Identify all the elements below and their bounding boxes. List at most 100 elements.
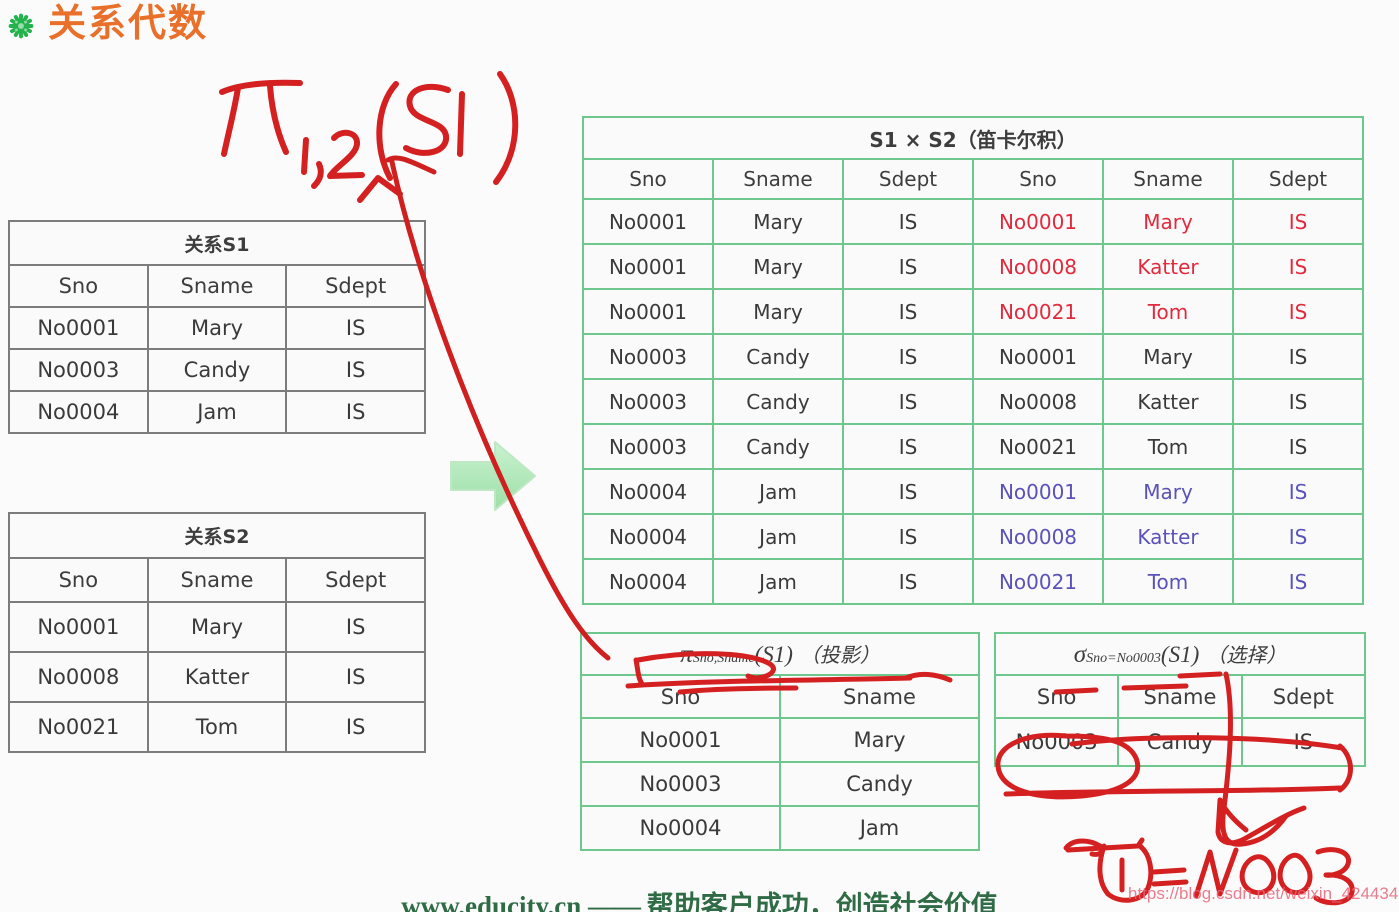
projection-label-cn: （投影） [799,645,880,667]
table-selection: σSno=No0003(S1) （选择） Sno Sname Sdept No0… [993,632,1367,767]
table-header-row: Sno Sname Sdept Sno Sname Sdept [582,158,1364,200]
table-cell: Mary [1102,468,1234,515]
table-cell: IS [1232,198,1364,245]
table-cell: IS [285,348,426,392]
table-cell: No0001 [8,601,149,653]
table-cell: Tom [1102,558,1234,605]
table-cell: Jam [712,558,844,605]
table-cell: No0021 [8,701,149,753]
table-cell: IS [842,198,974,245]
table-caption-row: 关系S1 [8,220,426,266]
table-cell: No0001 [582,288,714,335]
table-row: No0004 Jam IS [8,390,426,434]
column-header: Sname [779,674,980,719]
table-relation-s1: 关系S1 Sno Sname Sdept No0001 Mary IS No00… [8,220,426,434]
slide-canvas: 关系代数 关系S1 Sno Sname Sdept No0001 Mary IS… [0,0,1399,912]
table-row: No0004 Jam IS No0021 Tom IS [582,558,1364,605]
column-header: Sdept [285,264,426,308]
table-cell: IS [285,390,426,434]
table-caption: πSno,Sname(S1) （投影） [580,632,980,676]
table-cell: IS [1232,378,1364,425]
table-row: No0003 Candy IS [993,717,1367,767]
table-header-row: Sno Sname Sdept [993,674,1367,719]
table-caption: 关系S1 [8,220,426,266]
table-cell: Mary [146,601,288,653]
column-header: Sno [8,264,149,308]
table-row: No0021 Tom IS [8,701,426,753]
table-row: No0003 Candy IS No0008 Katter IS [582,378,1364,425]
sigma-operator-icon: σ [1073,641,1087,668]
slide-header: 关系代数 [8,4,208,42]
page-title: 关系代数 [48,1,209,45]
table-cell: Mary [712,198,844,245]
table-row: No0001 Mary IS [8,306,426,350]
table-cell: IS [842,513,974,560]
table-cell: No0003 [582,423,714,470]
table-projection: πSno,Sname(S1) （投影） Sno Sname No0001 Mar… [580,632,980,851]
table-caption: 关系S2 [8,512,426,559]
table-cell: No0003 [8,348,149,392]
column-header: Sdept [285,557,426,603]
table-cell: No0021 [972,423,1104,470]
table-cell: No0004 [582,558,714,605]
table-cell: Katter [1102,378,1234,425]
table-cell: IS [1232,558,1364,605]
table-row: No0004 Jam IS No0001 Mary IS [582,468,1364,515]
table-cell: Tom [1102,288,1234,335]
table-cell: IS [285,701,426,753]
table-relation-s2: 关系S2 Sno Sname Sdept No0001 Mary IS No00… [8,512,426,753]
table-cell: No0001 [582,198,714,245]
watermark-text: https://blog.csdn.net/weixin_42443419 [1128,884,1399,903]
pi-operator-icon: π [680,641,693,668]
table-cell: No0001 [582,243,714,290]
table-cell: No0003 [582,333,714,380]
table-row: No0001 Mary [580,717,980,763]
table-row: No0001 Mary IS No0008 Katter IS [582,243,1364,290]
selection-formula: σSno=No0003(S1) [1074,641,1199,668]
table-cell: No0004 [8,390,149,434]
table-caption-row: πSno,Sname(S1) （投影） [580,632,980,676]
selection-label-cn: （选择） [1206,645,1287,667]
table-caption-row: 关系S2 [8,512,426,559]
table-row: No0003 Candy [580,761,980,807]
table-caption-row: σSno=No0003(S1) （选择） [994,632,1366,676]
table-cell: IS [842,378,974,425]
column-header: Sno [8,557,149,603]
column-header: Sname [146,557,288,603]
table-cell: No0003 [582,378,714,425]
table-row: No0003 Candy IS [8,348,426,392]
table-cell: Mary [146,306,288,350]
column-header: Sno [580,674,781,719]
table-cell: No0003 [993,717,1120,767]
footer-dash: —— [588,891,641,912]
column-header: Sdept [1240,674,1367,719]
table-cell: Katter [1102,243,1234,290]
table-cell: Tom [1102,423,1234,470]
column-header: Sno [582,158,714,200]
table-header-row: Sno Sname [580,674,980,719]
table-cell: IS [842,558,974,605]
table-cell: Mary [712,288,844,335]
table-cell: IS [1232,333,1364,380]
table-cell: IS [1232,243,1364,290]
table-cell: IS [1240,717,1367,767]
table-cell: Tom [146,701,288,753]
column-header: Sname [712,158,844,200]
table-cell: IS [842,333,974,380]
table-cell: Katter [146,651,288,703]
table-cell: IS [1232,513,1364,560]
table-cell: Jam [712,513,844,560]
table-row: No0001 Mary IS No0001 Mary IS [582,198,1364,245]
projection-formula: πSno,Sname(S1) [680,641,793,668]
table-cell: IS [1232,423,1364,470]
table-cell: IS [285,306,426,350]
table-cell: Jam [712,468,844,515]
table-cell: No0008 [972,378,1104,425]
column-header: Sname [146,264,288,308]
table-cell: Jam [146,390,288,434]
table-cartesian-product: S1 × S2（笛卡尔积） Sno Sname Sdept Sno Sname … [582,116,1364,605]
table-cell: No0001 [8,306,149,350]
column-header: Sdept [842,158,974,200]
table-caption: S1 × S2（笛卡尔积） [582,116,1364,160]
table-row: No0001 Mary IS No0021 Tom IS [582,288,1364,335]
